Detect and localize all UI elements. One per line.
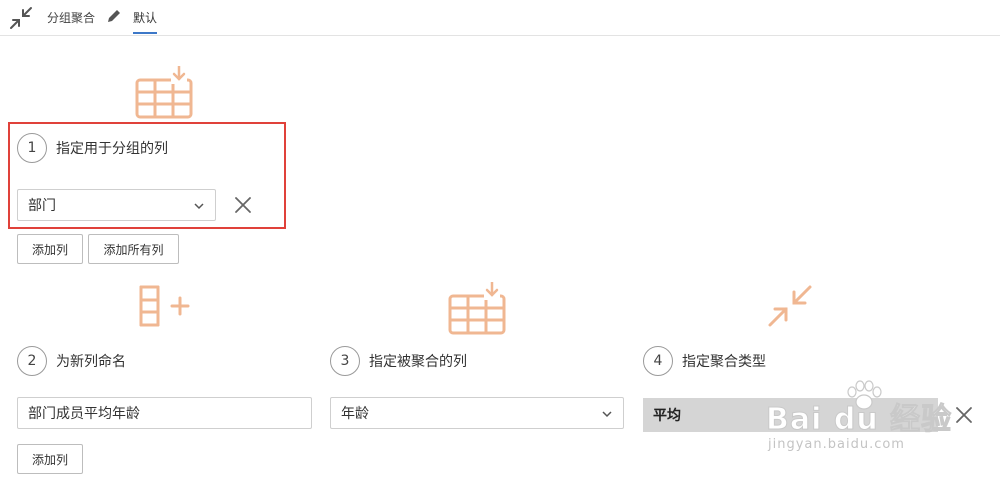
add-column-button[interactable]: 添加列 bbox=[17, 444, 83, 474]
table-import-icon bbox=[448, 280, 508, 340]
remove-aggregation-icon[interactable] bbox=[954, 405, 974, 425]
group-column-value: 部门 bbox=[28, 198, 56, 214]
collapse-arrows-icon[interactable] bbox=[8, 6, 34, 30]
step-group-by: 1 指定用于分组的列 bbox=[17, 133, 168, 163]
collapse-arrows-icon bbox=[766, 284, 814, 332]
chevron-down-icon bbox=[194, 203, 204, 210]
step-aggregated-column: 3 指定被聚合的列 bbox=[330, 346, 467, 376]
step-number: 2 bbox=[17, 346, 47, 376]
remove-group-column-icon[interactable] bbox=[233, 195, 253, 215]
step-label: 指定用于分组的列 bbox=[56, 141, 168, 157]
group-column-select[interactable]: 部门 bbox=[17, 189, 216, 221]
new-column-name-input[interactable]: 部门成员平均年龄 bbox=[17, 397, 312, 429]
table-import-icon bbox=[135, 64, 195, 124]
watermark-url: jingyan.baidu.com bbox=[768, 437, 905, 452]
panel-title: 分组聚合 bbox=[47, 11, 96, 25]
add-column-button[interactable]: 添加列 bbox=[17, 234, 83, 264]
add-column-icon bbox=[138, 283, 192, 331]
step-label: 指定被聚合的列 bbox=[369, 354, 467, 370]
watermark-brand: Bai du 经验 bbox=[765, 402, 953, 438]
step-label: 为新列命名 bbox=[56, 354, 126, 370]
active-tab-indicator bbox=[133, 32, 157, 34]
tab-default-label: 默认 bbox=[133, 11, 158, 25]
step-number: 4 bbox=[643, 346, 673, 376]
step-number: 3 bbox=[330, 346, 360, 376]
pencil-icon[interactable] bbox=[106, 8, 122, 24]
aggregated-column-select[interactable]: 年龄 bbox=[330, 397, 624, 429]
new-column-name-value: 部门成员平均年龄 bbox=[28, 406, 140, 422]
step-aggregation-type: 4 指定聚合类型 bbox=[643, 346, 766, 376]
tab-default[interactable]: 默认 bbox=[133, 0, 157, 36]
baidu-jingyan-watermark: Bai du 经验 jingyan.baidu.com bbox=[765, 380, 953, 460]
chevron-down-icon bbox=[602, 411, 612, 418]
aggregation-type-value: 平均 bbox=[653, 408, 681, 424]
top-toolbar: 分组聚合 默认 bbox=[0, 0, 1000, 36]
aggregated-column-value: 年龄 bbox=[341, 406, 369, 422]
step-label: 指定聚合类型 bbox=[682, 354, 766, 370]
step-number: 1 bbox=[17, 133, 47, 163]
add-all-columns-button[interactable]: 添加所有列 bbox=[88, 234, 179, 264]
step-name-new-column: 2 为新列命名 bbox=[17, 346, 126, 376]
